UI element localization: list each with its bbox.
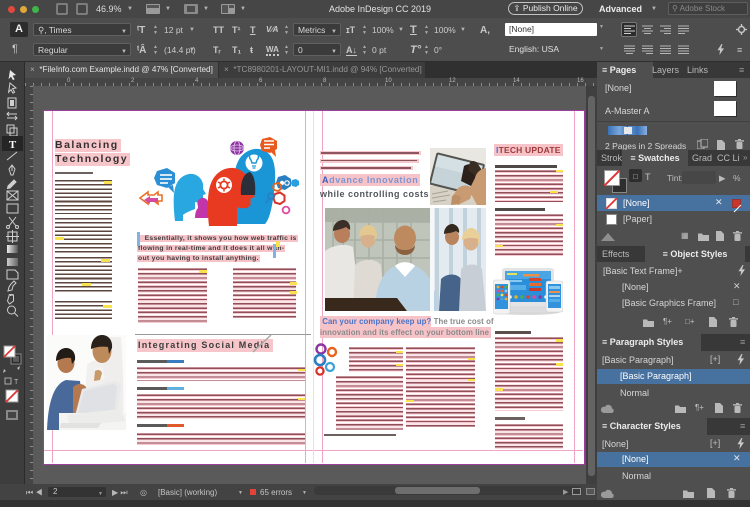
svg-text:T: T <box>9 139 17 151</box>
svg-text:T: T <box>14 379 19 386</box>
